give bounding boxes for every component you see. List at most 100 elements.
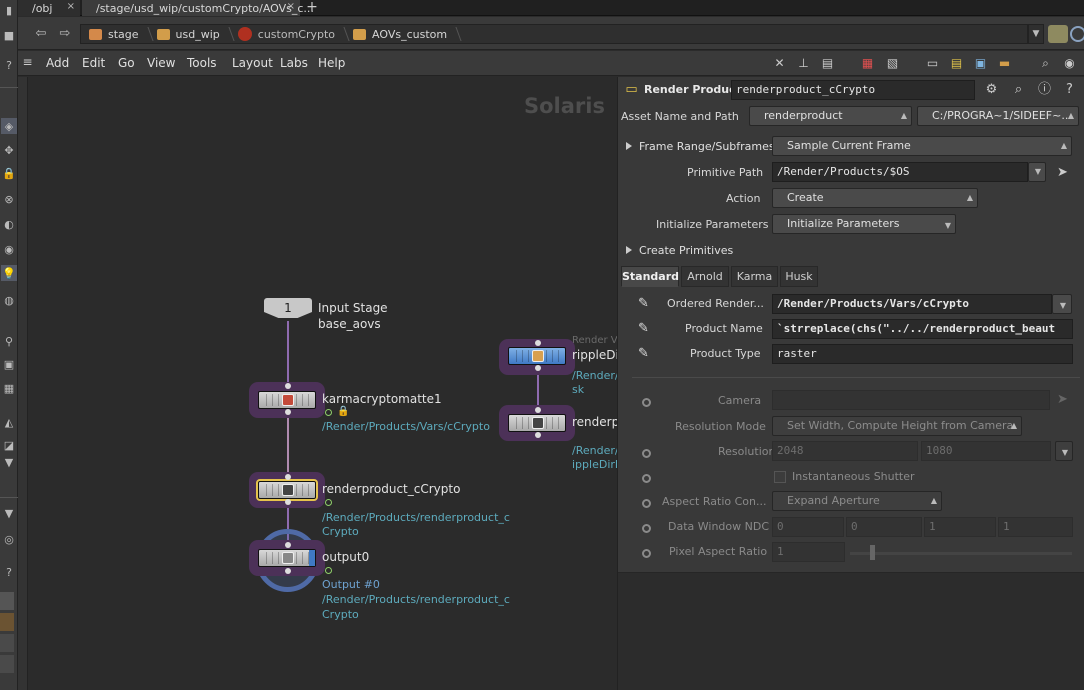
forward-arrow-icon[interactable]: ⇨ — [56, 25, 74, 43]
select-arrow-icon[interactable]: ➤ — [1054, 164, 1071, 181]
product-type-field[interactable]: raster — [772, 344, 1073, 364]
data-window-y0-field[interactable]: 0 — [846, 517, 922, 537]
bypass-flag[interactable] — [325, 409, 332, 416]
tree-icon[interactable]: ⊥ — [796, 56, 811, 70]
frame-range-menu[interactable]: Sample Current Frame▲▼ — [772, 136, 1072, 156]
search-icon[interactable]: ⌕ — [1038, 56, 1053, 70]
search-icon[interactable]: ⌕ — [1010, 81, 1027, 98]
output-connector[interactable] — [535, 365, 541, 371]
pixel-aspect-field[interactable]: 1 — [772, 542, 845, 562]
select-tool-icon[interactable]: ◈ — [1, 118, 17, 134]
bypass-flag[interactable] — [325, 567, 332, 574]
tab-stage[interactable]: /stage/usd_wip/customCrypto/AOVs_c... × — [82, 0, 314, 16]
input-connector[interactable] — [285, 474, 291, 480]
override-ring-icon[interactable] — [642, 524, 651, 533]
swatch-brown[interactable] — [0, 613, 14, 631]
output-connector[interactable] — [285, 568, 291, 574]
aspect-ratio-menu[interactable]: Expand Aperture▲▼ — [772, 491, 942, 511]
primitive-path-dropdown[interactable]: ▼ — [1028, 162, 1046, 182]
slider-handle[interactable] — [870, 545, 875, 560]
resolution-dropdown[interactable]: ▼ — [1055, 441, 1073, 461]
res-mode-menu[interactable]: Set Width, Compute Height from Camera▲▼ — [772, 416, 1022, 436]
output-connector[interactable] — [285, 409, 291, 415]
tab-husk[interactable]: Husk — [780, 266, 818, 287]
list-icon[interactable]: ▤ — [820, 56, 835, 70]
menu-toggle-icon[interactable]: ≡ — [20, 55, 35, 69]
bypass-flag[interactable] — [325, 499, 332, 506]
breadcrumb-dropdown-icon[interactable]: ▼ — [1028, 24, 1044, 44]
help-icon-2[interactable]: ? — [1, 564, 17, 580]
menu-labs[interactable]: Labs — [280, 56, 308, 70]
link-pane-icon[interactable] — [1070, 26, 1084, 42]
menu-help[interactable]: Help — [318, 56, 345, 70]
override-ring-icon[interactable] — [642, 549, 651, 558]
back-arrow-icon[interactable]: ⇦ — [32, 25, 50, 43]
menu-add[interactable]: Add — [46, 56, 69, 70]
color-icon[interactable]: ◪ — [1, 437, 17, 453]
data-window-y1-field[interactable]: 1 — [998, 517, 1073, 537]
menu-view[interactable]: View — [147, 56, 175, 70]
override-ring-icon[interactable] — [642, 474, 651, 483]
output-connector[interactable] — [535, 432, 541, 438]
collapse-icon[interactable]: ▼ — [1, 454, 17, 470]
action-menu[interactable]: Create▲▼ — [772, 188, 978, 208]
node-name-field[interactable]: renderproduct_cCrypto — [731, 80, 975, 100]
node-renderproduct-ccrypto[interactable] — [256, 479, 318, 501]
resolution-height-field[interactable]: 1080 — [921, 441, 1051, 461]
menu-tools[interactable]: Tools — [187, 56, 217, 70]
grid-icon[interactable]: ▦ — [1, 380, 17, 396]
help-icon[interactable]: ? — [1, 57, 17, 73]
menu-go[interactable]: Go — [118, 56, 135, 70]
visibility-icon[interactable]: ⊗ — [1, 191, 17, 207]
pencil-icon[interactable]: ✎ — [638, 347, 654, 361]
shape-icon[interactable]: ◭ — [1, 414, 17, 430]
folder-frame-range[interactable]: Frame Range/Subframes — [626, 140, 775, 153]
light-icon[interactable]: ◐ — [1, 216, 17, 232]
ruler-icon[interactable]: ▣ — [1, 356, 17, 372]
tab-arnold[interactable]: Arnold — [681, 266, 729, 287]
pin-icon[interactable] — [1048, 25, 1068, 43]
transform-tool-icon[interactable]: ✥ — [1, 142, 17, 158]
swatch-dark-2[interactable] — [0, 655, 14, 673]
pane-menu-icon[interactable]: ▮ — [1, 2, 17, 18]
target-icon[interactable]: ◎ — [1, 531, 17, 547]
pixel-aspect-slider[interactable] — [850, 552, 1072, 555]
node-output0[interactable] — [258, 549, 316, 567]
input-stage-node[interactable]: 1 — [264, 298, 312, 318]
chevron-down-icon[interactable]: ▼ — [1, 505, 17, 521]
asset-name-menu[interactable]: renderproduct▲▼ — [749, 106, 912, 126]
select-arrow-icon[interactable]: ➤ — [1054, 391, 1071, 408]
ordered-render-field[interactable]: /Render/Products/Vars/cCrypto — [772, 294, 1052, 314]
bulb-icon[interactable]: 💡 — [1, 265, 17, 281]
node-ripple-dir[interactable] — [508, 347, 566, 365]
camera-field[interactable] — [772, 390, 1050, 410]
folder-icon[interactable]: ▬ — [997, 56, 1012, 70]
add-tab-button[interactable]: + — [304, 0, 320, 16]
input-connector[interactable] — [535, 340, 541, 346]
breadcrumb-usd-wip[interactable]: usd_wip — [149, 25, 230, 43]
data-window-x1-field[interactable]: 1 — [924, 517, 996, 537]
tab-karma[interactable]: Karma — [731, 266, 778, 287]
close-icon[interactable]: × — [287, 1, 295, 12]
product-name-field[interactable]: `strreplace(chs("../../renderproduct_bea… — [772, 319, 1073, 339]
help-icon[interactable]: ? — [1061, 81, 1078, 98]
camera-icon[interactable]: ◍ — [1, 292, 17, 308]
swatch-dark[interactable] — [0, 634, 14, 652]
asset-path-menu[interactable]: C:/PROGRA~1/SIDEEF~...▲▼ — [917, 106, 1079, 126]
node-karmacryptomatte1[interactable] — [258, 391, 316, 409]
info-icon[interactable]: ⓘ — [1036, 81, 1053, 98]
ordered-render-dropdown[interactable]: ▼ — [1052, 294, 1072, 314]
snap-icon[interactable]: ◉ — [1, 241, 17, 257]
breadcrumb-aovs-custom[interactable]: AOVs_custom — [345, 25, 457, 43]
tab-obj[interactable]: /obj × — [18, 0, 80, 16]
link-icon[interactable]: ⚲ — [1, 333, 17, 349]
breadcrumb-custom-crypto[interactable]: customCrypto — [230, 25, 345, 43]
tab-standard[interactable]: Standard — [621, 266, 679, 287]
pencil-icon[interactable]: ✎ — [638, 322, 654, 336]
override-ring-icon[interactable] — [642, 449, 651, 458]
shelf-square-icon[interactable]: ■ — [1, 27, 17, 43]
sticky-note-icon[interactable]: ▤ — [949, 56, 964, 70]
folder-create-primitives[interactable]: Create Primitives — [626, 244, 733, 257]
wrench-icon[interactable]: ✕ — [772, 56, 787, 70]
override-ring-icon[interactable] — [642, 398, 651, 407]
